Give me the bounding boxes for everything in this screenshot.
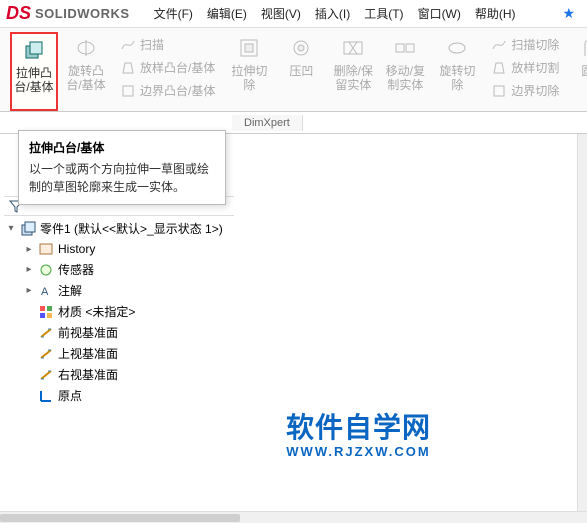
tooltip: 拉伸凸台/基体 以一个或两个方向拉伸一草图或绘制的草图轮廓来生成一实体。 <box>18 130 226 205</box>
menu-window[interactable]: 窗口(W) <box>412 1 467 26</box>
horizontal-scrollbar[interactable] <box>0 511 587 523</box>
tree-origin[interactable]: 原点 <box>22 385 236 406</box>
menu-bar: 文件(F) 编辑(E) 视图(V) 插入(I) 工具(T) 窗口(W) 帮助(H… <box>148 1 522 26</box>
cut-revolve-button[interactable]: 旋转切除 <box>433 32 481 111</box>
star-icon[interactable]: ★ <box>556 5 581 22</box>
vertical-scrollbar[interactable] <box>577 134 587 511</box>
ribbon-group-features: 拉伸凸台/基体 旋转凸台/基体 扫描 放样凸台/基体 边界凸台/基体 拉伸切除 <box>4 32 587 111</box>
fillet-icon <box>581 36 587 60</box>
cut-loft-button[interactable]: 放样切割 <box>489 57 561 78</box>
sweep-icon <box>120 37 136 53</box>
tree-front-plane[interactable]: 前视基准面 <box>22 322 236 343</box>
hole-wizard-button[interactable]: 压凹 <box>277 32 325 111</box>
fillet-button[interactable]: 圆角 <box>569 32 587 111</box>
revolve-icon <box>74 36 98 60</box>
boundary-button[interactable]: 边界凸台/基体 <box>118 80 217 101</box>
cut-loft-icon <box>491 60 507 76</box>
cut-revolve-label: 旋转切除 <box>435 64 479 93</box>
cut-small-stack: 扫描切除 放样切割 边界切除 <box>485 32 565 111</box>
tree-annotations[interactable]: ▸ A 注解 <box>22 280 236 301</box>
plane-icon <box>38 325 54 341</box>
menu-view[interactable]: 视图(V) <box>255 1 307 26</box>
title-bar: DS SOLIDWORKS 文件(F) 编辑(E) 视图(V) 插入(I) 工具… <box>0 0 587 28</box>
extrude-boss-button[interactable]: 拉伸凸台/基体 <box>10 32 58 111</box>
move-copy-label: 移动/复制实体 <box>383 64 427 93</box>
tree-root[interactable]: ▾ 零件1 (默认<<默认>_显示状态 1>) <box>4 218 236 239</box>
cut-boundary-button[interactable]: 边界切除 <box>489 80 561 101</box>
scrollbar-thumb[interactable] <box>0 514 240 522</box>
delete-keep-icon <box>341 36 365 60</box>
hole-label: 压凹 <box>289 64 313 78</box>
boundary-icon <box>120 83 136 99</box>
watermark: 软件自学网 WWW.RJZXW.COM <box>286 406 431 459</box>
tree-root-label: 零件1 (默认<<默认>_显示状态 1>) <box>40 220 223 237</box>
material-icon <box>38 304 54 320</box>
tooltip-title: 拉伸凸台/基体 <box>29 139 215 156</box>
loft-icon <box>120 60 136 76</box>
logo-text: SOLIDWORKS <box>35 6 130 21</box>
menu-edit[interactable]: 编辑(E) <box>201 1 253 26</box>
extrude-label: 拉伸凸台/基体 <box>14 66 54 95</box>
watermark-main: 软件自学网 <box>286 406 431 446</box>
move-copy-button[interactable]: 移动/复制实体 <box>381 32 429 111</box>
part-icon <box>20 221 36 237</box>
tree-right-plane[interactable]: 右视基准面 <box>22 364 236 385</box>
svg-text:A: A <box>41 286 49 298</box>
revolve-label: 旋转凸台/基体 <box>64 64 108 93</box>
annotations-icon: A <box>38 283 54 299</box>
watermark-sub: WWW.RJZXW.COM <box>286 444 431 459</box>
feature-tree: ▾ 零件1 (默认<<默认>_显示状态 1>) ▸ History ▸ 传感器 … <box>4 218 236 406</box>
tooltip-desc: 以一个或两个方向拉伸一草图或绘制的草图轮廓来生成一实体。 <box>29 160 215 196</box>
tree-sensors[interactable]: ▸ 传感器 <box>22 259 236 280</box>
logo-mark-icon: DS <box>6 3 31 24</box>
cut-extrude-icon <box>237 36 261 60</box>
plane-icon <box>38 367 54 383</box>
cut-sweep-icon <box>491 37 507 53</box>
cut-revolve-icon <box>445 36 469 60</box>
menu-tools[interactable]: 工具(T) <box>358 1 409 26</box>
history-icon <box>38 241 54 257</box>
extrude-icon <box>22 38 46 62</box>
revolve-boss-button[interactable]: 旋转凸台/基体 <box>62 32 110 111</box>
cut-boundary-icon <box>491 83 507 99</box>
boss-small-stack: 扫描 放样凸台/基体 边界凸台/基体 <box>114 32 221 111</box>
loft-button[interactable]: 放样凸台/基体 <box>118 57 217 78</box>
menu-insert[interactable]: 插入(I) <box>309 1 356 26</box>
tree-history[interactable]: ▸ History <box>22 239 236 259</box>
origin-icon <box>38 388 54 404</box>
fillet-label: 圆角 <box>581 64 587 78</box>
menu-help[interactable]: 帮助(H) <box>469 1 522 26</box>
delete-keep-button[interactable]: 删除/保留实体 <box>329 32 377 111</box>
cut-extrude-button[interactable]: 拉伸切除 <box>225 32 273 111</box>
tree-toggle-icon[interactable]: ▾ <box>6 223 16 234</box>
move-copy-icon <box>393 36 417 60</box>
tab-dimxpert[interactable]: DimXpert <box>232 115 303 131</box>
tree-material[interactable]: 材质 <未指定> <box>22 301 236 322</box>
sweep-button[interactable]: 扫描 <box>118 34 217 55</box>
tree-top-plane[interactable]: 上视基准面 <box>22 343 236 364</box>
hole-icon <box>289 36 313 60</box>
cut-sweep-button[interactable]: 扫描切除 <box>489 34 561 55</box>
menu-file[interactable]: 文件(F) <box>148 1 199 26</box>
delete-keep-label: 删除/保留实体 <box>331 64 375 93</box>
graphics-area[interactable] <box>240 134 587 523</box>
plane-icon <box>38 346 54 362</box>
ribbon: 拉伸凸台/基体 旋转凸台/基体 扫描 放样凸台/基体 边界凸台/基体 拉伸切除 <box>0 28 587 112</box>
app-logo: DS SOLIDWORKS <box>6 3 130 24</box>
sensors-icon <box>38 262 54 278</box>
cut-extrude-label: 拉伸切除 <box>227 64 271 93</box>
